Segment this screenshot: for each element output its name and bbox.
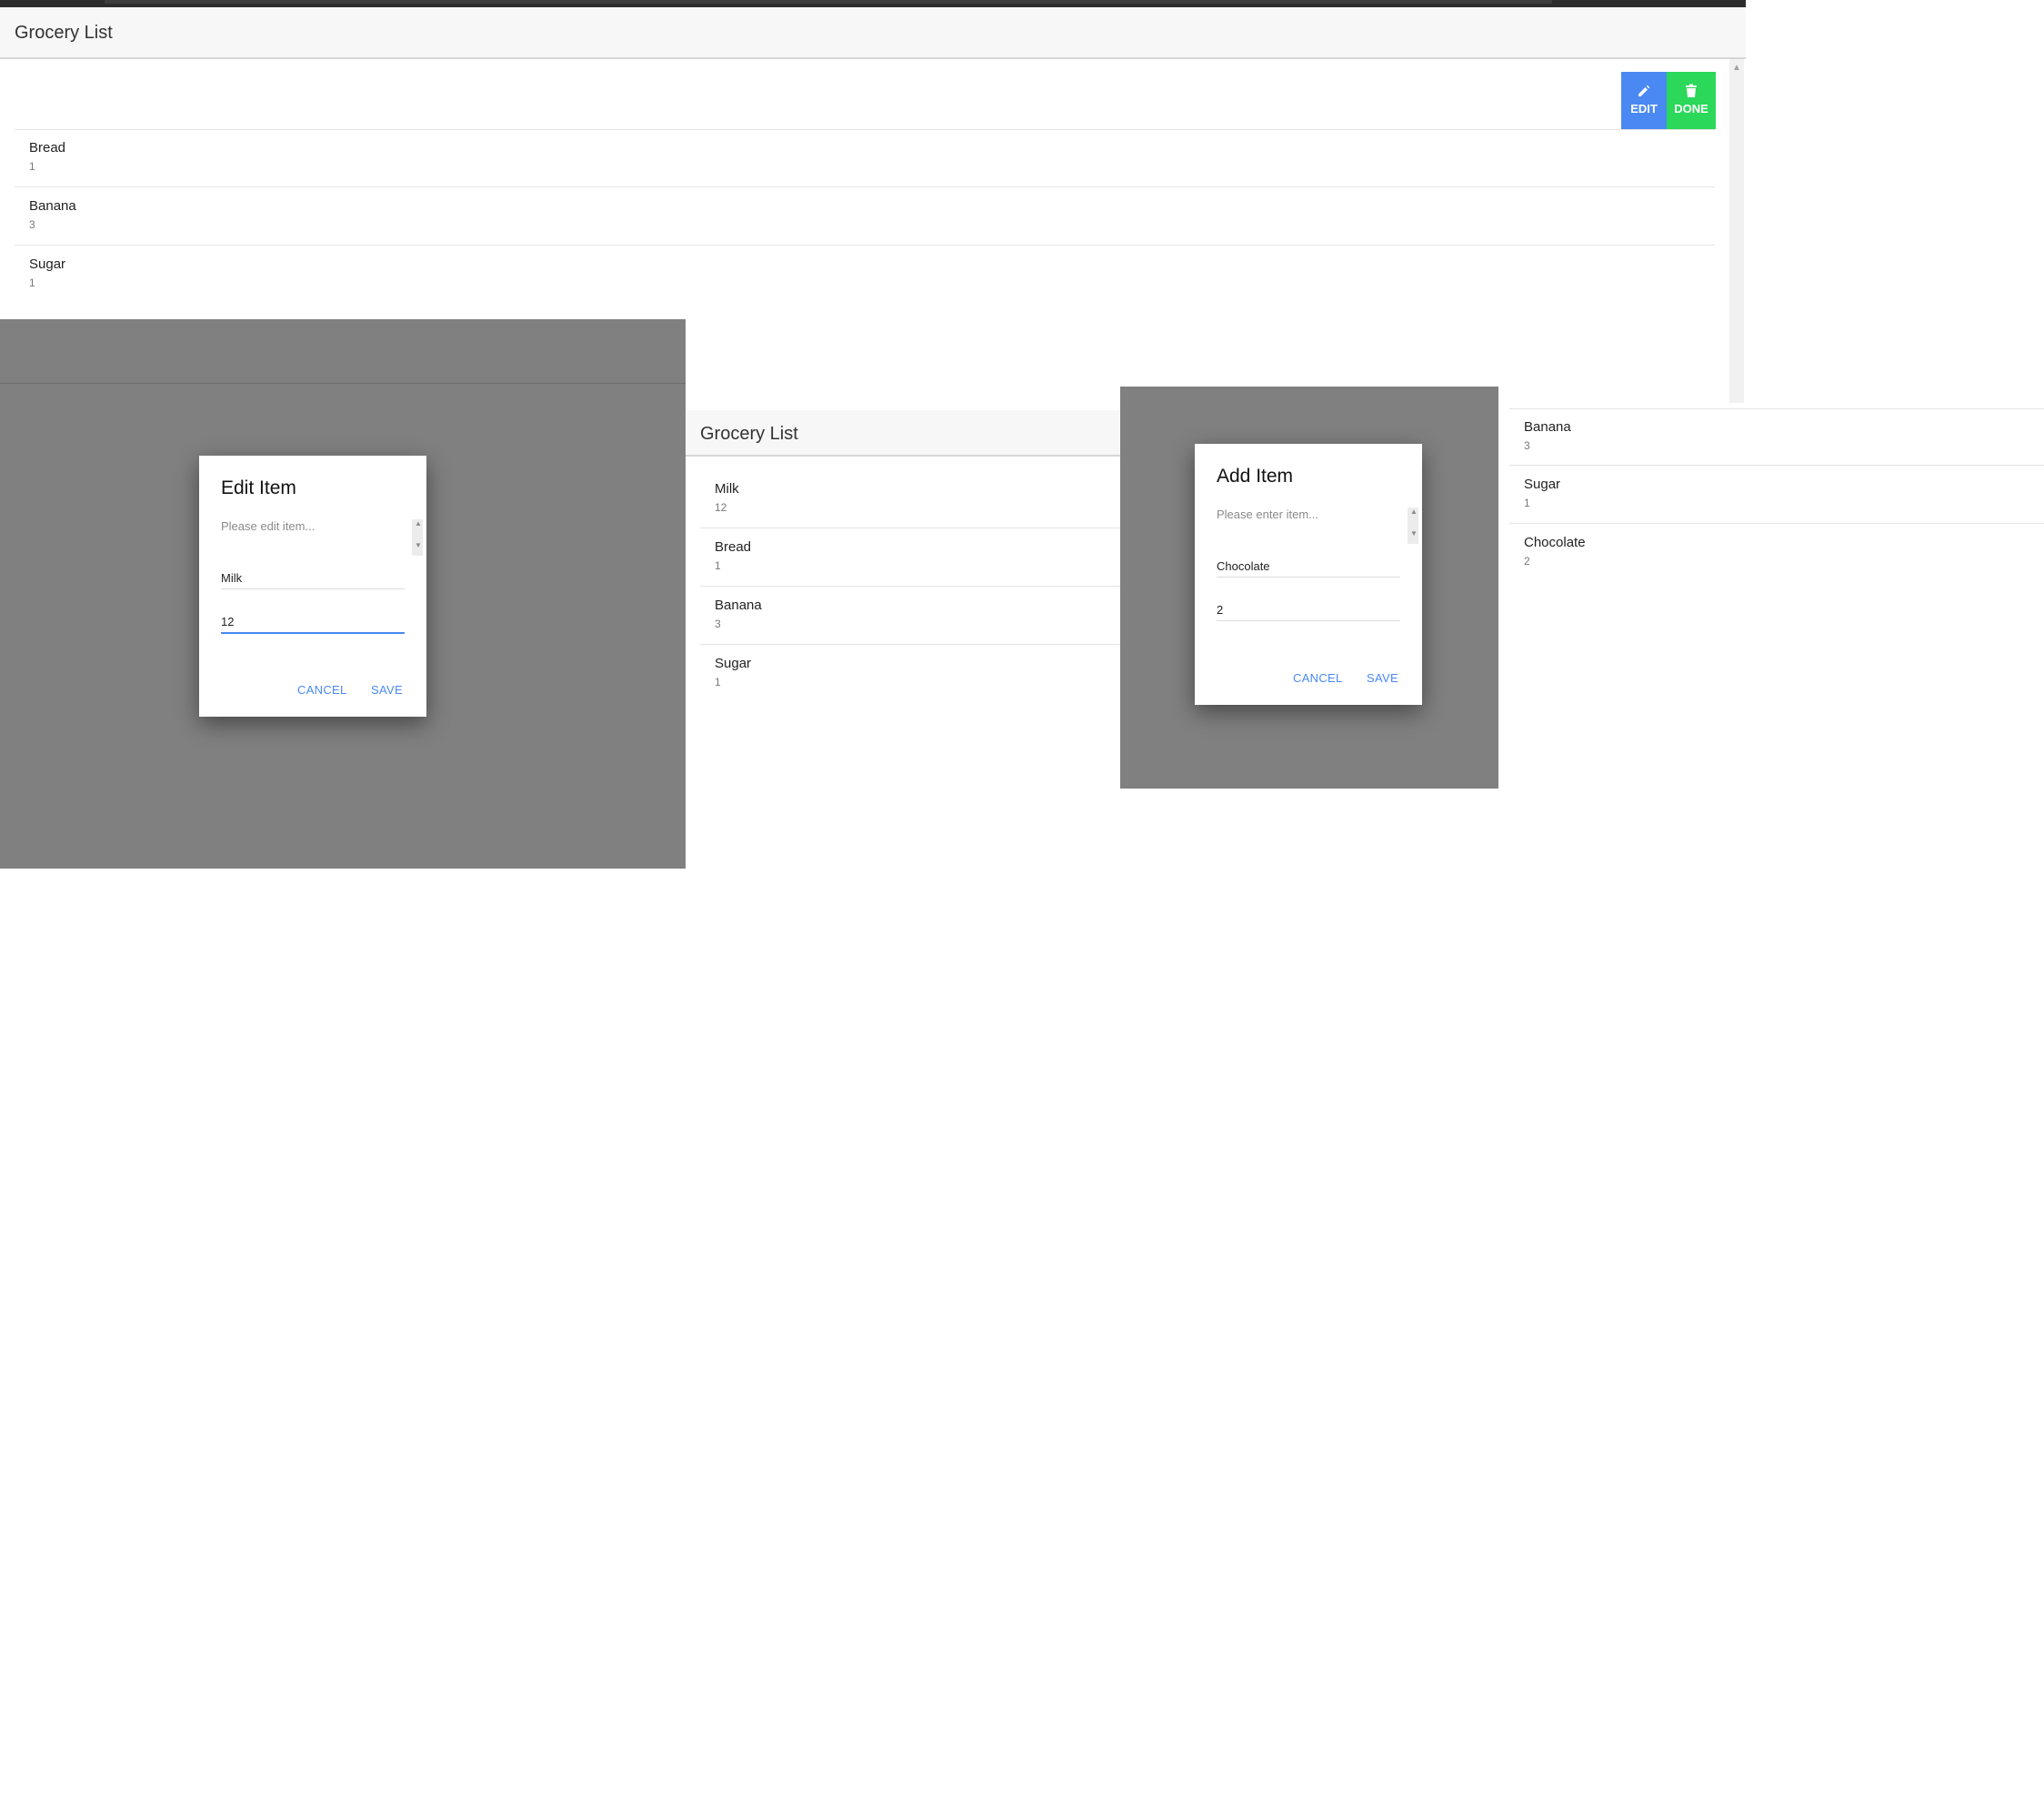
- item-quantity: 3: [715, 618, 721, 630]
- list-item[interactable]: Banana 3: [1509, 408, 2044, 466]
- edit-dialog-overlay: Edit Item Please edit item... ▲ ▼ CANCEL…: [0, 319, 686, 869]
- swiped-list-item[interactable]: [15, 71, 1715, 130]
- app-header: Grocery List: [686, 410, 1120, 457]
- item-name: Bread: [29, 140, 66, 156]
- page-title: Grocery List: [700, 424, 798, 444]
- item-quantity: 2: [1524, 555, 1530, 568]
- window-top-bar: [0, 0, 1746, 7]
- add-item-dialog: Add Item Please enter item... ▲ ▼ CANCEL…: [1195, 444, 1422, 705]
- divider: [0, 383, 686, 384]
- list-item[interactable]: Bread 1: [15, 130, 1715, 187]
- dialog-message: Please enter item...: [1217, 508, 1318, 521]
- save-button[interactable]: SAVE: [1367, 671, 1398, 685]
- trash-icon: [1667, 84, 1716, 100]
- list-item[interactable]: Bread 1: [700, 529, 1120, 587]
- item-name: Milk: [715, 481, 739, 497]
- item-quantity: 1: [29, 276, 35, 289]
- page-title: Grocery List: [15, 23, 113, 43]
- scroll-up-arrow-icon[interactable]: ▲: [1732, 63, 1741, 73]
- list-item[interactable]: Sugar 1: [1509, 467, 2044, 524]
- item-quantity: 3: [1524, 439, 1530, 452]
- dialog-scrollbar[interactable]: ▲ ▼: [412, 519, 423, 556]
- dialog-scrollbar[interactable]: ▲ ▼: [1408, 508, 1418, 544]
- window-top-bar-inner: [105, 0, 1552, 4]
- item-name: Banana: [29, 198, 76, 214]
- item-name: Banana: [715, 598, 762, 613]
- edit-button-label: EDIT: [1630, 102, 1658, 116]
- app-header: Grocery List: [0, 7, 1746, 59]
- scroll-down-arrow-icon[interactable]: ▼: [415, 541, 422, 549]
- item-quantity: 12: [715, 501, 727, 514]
- item-name: Sugar: [1524, 477, 1561, 492]
- vertical-scrollbar[interactable]: ▲: [1729, 59, 1744, 403]
- dialog-title: Add Item: [1217, 466, 1294, 487]
- add-dialog-overlay: Add Item Please enter item... ▲ ▼ CANCEL…: [1120, 387, 1498, 789]
- scroll-up-arrow-icon[interactable]: ▲: [415, 519, 422, 528]
- grocery-list-after-edit: Grocery List Milk 12 Bread 1 Banana 3 Su…: [686, 403, 1120, 785]
- done-button[interactable]: DONE: [1667, 72, 1716, 129]
- item-quantity: 1: [1524, 497, 1530, 509]
- list-item[interactable]: Chocolate 2: [1509, 525, 2044, 582]
- item-name-field[interactable]: [221, 567, 405, 589]
- item-quantity: 1: [29, 160, 35, 173]
- list-item[interactable]: Milk 12: [700, 471, 1120, 528]
- cancel-button[interactable]: CANCEL: [1293, 671, 1343, 685]
- dialog-message: Please edit item...: [221, 519, 316, 533]
- scroll-up-arrow-icon[interactable]: ▲: [1410, 508, 1418, 516]
- item-name: Banana: [1524, 419, 1571, 435]
- done-button-label: DONE: [1674, 102, 1708, 116]
- item-quantity-field[interactable]: [1217, 598, 1400, 621]
- item-quantity: 1: [715, 676, 721, 688]
- item-name: Sugar: [29, 256, 66, 272]
- list-item[interactable]: Banana 3: [15, 188, 1715, 246]
- item-quantity-field[interactable]: [221, 610, 405, 634]
- item-name-field[interactable]: [1217, 555, 1400, 578]
- scroll-down-arrow-icon[interactable]: ▼: [1410, 529, 1418, 538]
- edit-button[interactable]: EDIT: [1621, 72, 1667, 129]
- item-quantity: 3: [29, 218, 35, 231]
- cancel-button[interactable]: CANCEL: [297, 683, 347, 697]
- edit-item-dialog: Edit Item Please edit item... ▲ ▼ CANCEL…: [199, 456, 426, 717]
- item-quantity: 1: [715, 559, 721, 572]
- item-name: Chocolate: [1524, 535, 1586, 550]
- item-name: Sugar: [715, 656, 752, 671]
- item-name: Bread: [715, 539, 752, 555]
- dialog-title: Edit Item: [221, 477, 296, 498]
- list-item[interactable]: Banana 3: [700, 588, 1120, 645]
- grocery-list-after-add: Banana 3 Sugar 1 Chocolate 2: [1509, 408, 2044, 590]
- list-item[interactable]: Sugar 1: [15, 246, 1715, 304]
- save-button[interactable]: SAVE: [371, 683, 403, 697]
- list-item[interactable]: Sugar 1: [700, 646, 1120, 703]
- pencil-icon: [1621, 84, 1667, 100]
